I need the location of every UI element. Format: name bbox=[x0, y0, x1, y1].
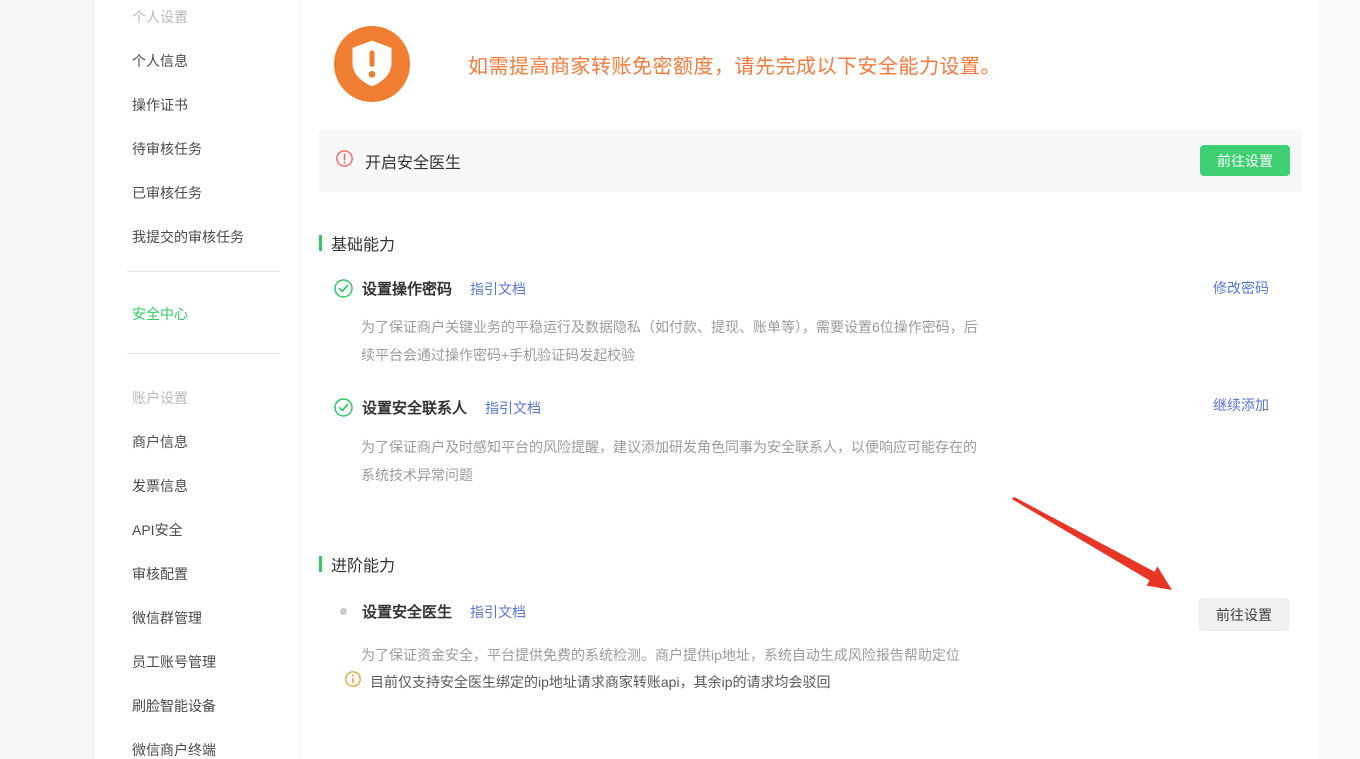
banner-title: 开启安全医生 bbox=[365, 149, 461, 173]
sidebar-item-staff-account-management[interactable]: 员工账号管理 bbox=[132, 640, 300, 684]
sidebar-item-face-smart-device[interactable]: 刷脸智能设备 bbox=[132, 684, 300, 728]
page-right-gutter bbox=[1317, 0, 1360, 759]
capability-row-operation-password: 设置操作密码 指引文档 bbox=[334, 278, 526, 299]
check-circle-icon bbox=[334, 398, 353, 417]
security-doctor-banner: 开启安全医生 前往设置 bbox=[319, 130, 1302, 192]
check-circle-icon bbox=[334, 279, 353, 298]
security-center-panel: 如需提高商家转账免密额度，请先完成以下安全能力设置。 开启安全医生 前往设置 基… bbox=[300, 0, 1317, 759]
capability-row-security-doctor: 设置安全医生 指引文档 bbox=[334, 601, 526, 622]
change-password-link[interactable]: 修改密码 bbox=[1213, 278, 1269, 298]
error-exclamation-icon bbox=[336, 150, 353, 172]
section-accent-bar bbox=[319, 556, 322, 572]
go-to-settings-button-banner[interactable]: 前往设置 bbox=[1200, 145, 1290, 176]
section-label: 基础能力 bbox=[331, 231, 395, 255]
sidebar-item-operation-certificate[interactable]: 操作证书 bbox=[132, 83, 300, 127]
sidebar-item-invoice-info[interactable]: 发票信息 bbox=[132, 464, 300, 508]
alert-message: 如需提高商家转账免密额度，请先完成以下安全能力设置。 bbox=[468, 50, 1001, 79]
sidebar-item-my-submitted-review-tasks[interactable]: 我提交的审核任务 bbox=[132, 215, 300, 259]
capability-description: 为了保证资金安全，平台提供免费的系统检测。商户提供ip地址，系统自动生成风险报告… bbox=[361, 641, 1011, 669]
ip-restriction-warning: 目前仅支持安全医生绑定的ip地址请求商家转账api，其余ip的请求均会驳回 bbox=[345, 671, 830, 692]
sidebar-item-personal-info[interactable]: 个人信息 bbox=[132, 39, 300, 83]
capability-title: 设置安全医生 bbox=[362, 601, 452, 622]
warning-text: 目前仅支持安全医生绑定的ip地址请求商家转账api，其余ip的请求均会驳回 bbox=[370, 672, 830, 692]
page-left-gutter bbox=[0, 0, 95, 759]
security-alert-header: 如需提高商家转账免密额度，请先完成以下安全能力设置。 bbox=[333, 25, 1001, 103]
sidebar-header-account-settings: 账户设置 bbox=[132, 376, 300, 420]
section-accent-bar bbox=[319, 235, 322, 251]
continue-add-link[interactable]: 继续添加 bbox=[1213, 395, 1269, 415]
go-to-settings-button-security-doctor[interactable]: 前往设置 bbox=[1199, 598, 1289, 631]
guide-doc-link[interactable]: 指引文档 bbox=[470, 602, 526, 622]
sidebar-item-security-center[interactable]: 安全中心 bbox=[132, 292, 300, 336]
section-label: 进阶能力 bbox=[331, 552, 395, 576]
capability-title: 设置安全联系人 bbox=[362, 397, 467, 418]
guide-doc-link[interactable]: 指引文档 bbox=[485, 398, 541, 418]
sidebar: 个人设置 个人信息 操作证书 待审核任务 已审核任务 我提交的审核任务 安全中心… bbox=[95, 0, 300, 754]
capability-description: 为了保证商户关键业务的平稳运行及数据隐私（如付款、提现、账单等），需要设置6位操… bbox=[361, 313, 983, 369]
section-basic-capabilities: 基础能力 bbox=[319, 231, 395, 255]
sidebar-item-pending-review-tasks[interactable]: 待审核任务 bbox=[132, 127, 300, 171]
capability-description: 为了保证商户及时感知平台的风险提醒，建议添加研发角色同事为安全联系人，以便响应可… bbox=[361, 433, 983, 489]
capability-row-security-contact: 设置安全联系人 指引文档 bbox=[334, 397, 541, 418]
sidebar-header-personal-settings: 个人设置 bbox=[132, 0, 300, 39]
sidebar-item-wechat-group-management[interactable]: 微信群管理 bbox=[132, 596, 300, 640]
sidebar-item-wechat-merchant-terminal[interactable]: 微信商户终端 bbox=[132, 728, 300, 759]
shield-warning-icon bbox=[333, 25, 411, 103]
sidebar-divider bbox=[127, 353, 280, 354]
sidebar-item-api-security[interactable]: API安全 bbox=[132, 508, 300, 552]
pending-dot-icon bbox=[334, 602, 353, 621]
section-advanced-capabilities: 进阶能力 bbox=[319, 552, 395, 576]
sidebar-item-review-config[interactable]: 审核配置 bbox=[132, 552, 300, 596]
capability-title: 设置操作密码 bbox=[362, 278, 452, 299]
sidebar-item-reviewed-tasks[interactable]: 已审核任务 bbox=[132, 171, 300, 215]
guide-doc-link[interactable]: 指引文档 bbox=[470, 279, 526, 299]
info-warning-icon bbox=[345, 671, 361, 692]
sidebar-item-merchant-info[interactable]: 商户信息 bbox=[132, 420, 300, 464]
sidebar-divider bbox=[127, 271, 280, 272]
